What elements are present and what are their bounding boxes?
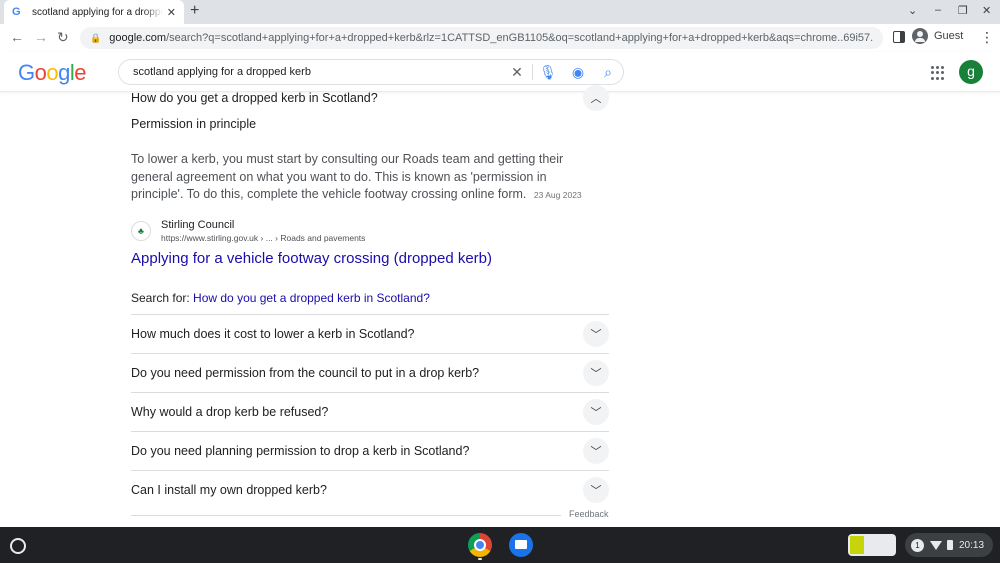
answer-snippet: To lower a kerb, you must start by consu…: [131, 151, 601, 205]
notification-count-badge: 1: [911, 538, 924, 552]
guest-avatar-icon: [912, 28, 928, 44]
new-tab-button[interactable]: +: [190, 2, 199, 20]
chevron-down-icon[interactable]: ﹀: [583, 399, 609, 425]
answer-heading: Permission in principle: [131, 117, 257, 131]
divider: [131, 515, 561, 516]
chevron-down-icon[interactable]: ﹀: [583, 438, 609, 464]
clear-icon[interactable]: ✕: [502, 64, 532, 81]
related-question-item[interactable]: How much does it cost to lower a kerb in…: [131, 314, 609, 353]
back-icon[interactable]: ←: [10, 29, 24, 45]
wifi-icon: [930, 540, 942, 550]
related-question-item[interactable]: Why would a drop kerb be refused? ﹀: [131, 392, 609, 431]
search-for-link[interactable]: How do you get a dropped kerb in Scotlan…: [193, 291, 430, 305]
related-question-text: Can I install my own dropped kerb?: [131, 483, 327, 497]
profile-label: Guest: [934, 30, 964, 42]
side-panel-icon[interactable]: [893, 31, 905, 43]
result-source[interactable]: ♣ Stirling Council https://www.stirling.…: [131, 219, 365, 243]
os-shelf: 1 20:13: [0, 527, 1000, 563]
forward-icon[interactable]: →: [34, 29, 48, 45]
reload-icon[interactable]: ↻: [57, 29, 69, 46]
chevron-down-icon[interactable]: ﹀: [583, 321, 609, 347]
stirling-council-favicon-icon: ♣: [131, 221, 151, 241]
people-also-ask-list: How much does it cost to lower a kerb in…: [131, 314, 609, 509]
logo-letter: e: [74, 60, 87, 85]
featured-question: How do you get a dropped kerb in Scotlan…: [131, 91, 378, 105]
tab-search-chevron-icon[interactable]: ⌄: [908, 4, 917, 17]
lock-icon[interactable]: 🔒: [90, 33, 101, 44]
tab-strip: G scotland applying for a dropped kerb -…: [0, 0, 1000, 24]
tab-close-icon[interactable]: ✕: [167, 6, 176, 19]
google-favicon-icon: G: [12, 6, 21, 18]
related-question-text: How much does it cost to lower a kerb in…: [131, 327, 415, 341]
browser-menu-icon[interactable]: ⋮: [980, 29, 994, 46]
search-input[interactable]: scotland applying for a dropped kerb: [133, 66, 502, 78]
related-question-text: Do you need permission from the council …: [131, 366, 480, 380]
logo-letter: o: [34, 60, 47, 85]
answer-text: To lower a kerb, you must start by consu…: [131, 152, 564, 201]
account-avatar[interactable]: g: [959, 60, 983, 84]
source-url: https://www.stirling.gov.uk › ... › Road…: [161, 233, 366, 243]
related-question-item[interactable]: Can I install my own dropped kerb? ﹀: [131, 470, 609, 509]
featured-question-header[interactable]: How do you get a dropped kerb in Scotlan…: [131, 85, 609, 111]
launcher-icon[interactable]: [10, 538, 26, 554]
result-title-link[interactable]: Applying for a vehicle footway crossing …: [131, 250, 492, 267]
address-bar[interactable]: 🔒 google.com/search?q=scotland+applying+…: [80, 27, 883, 49]
browser-tab[interactable]: G scotland applying for a dropped kerb -…: [4, 0, 184, 24]
status-tray[interactable]: 1 20:13: [905, 533, 993, 557]
search-for-row: Search for: How do you get a dropped ker…: [131, 291, 430, 305]
logo-letter: g: [58, 60, 70, 85]
clock: 20:13: [959, 539, 985, 551]
running-indicator: [478, 558, 482, 560]
chevron-down-icon[interactable]: ﹀: [583, 360, 609, 386]
source-name: Stirling Council: [161, 219, 235, 231]
restore-icon[interactable]: ❐: [958, 4, 968, 17]
google-header: Google scotland applying for a dropped k…: [0, 52, 1000, 92]
minimize-icon[interactable]: –: [935, 4, 941, 16]
profile-button[interactable]: Guest: [912, 28, 963, 44]
chevron-down-icon[interactable]: ﹀: [583, 477, 609, 503]
search-for-label: Search for:: [131, 291, 190, 305]
battery-icon: [947, 540, 953, 550]
browser-toolbar: ← → ↻ 🔒 google.com/search?q=scotland+app…: [0, 24, 1000, 52]
holding-space-thumbnail[interactable]: [848, 534, 896, 556]
google-logo[interactable]: Google: [18, 60, 87, 86]
url-text[interactable]: google.com/search?q=scotland+applying+fo…: [109, 32, 873, 44]
logo-letter: o: [46, 60, 59, 85]
feedback-link[interactable]: Feedback: [569, 509, 609, 519]
related-question-item[interactable]: Do you need permission from the council …: [131, 353, 609, 392]
answer-date: 23 Aug 2023: [533, 190, 582, 200]
logo-letter: G: [18, 60, 35, 85]
close-window-icon[interactable]: ✕: [982, 4, 991, 17]
chrome-app-icon[interactable]: [468, 533, 492, 557]
search-icon[interactable]: ⌕: [593, 64, 623, 81]
microphone-icon[interactable]: 🎙: [533, 64, 563, 81]
tab-title: scotland applying for a dropped kerb - G…: [32, 6, 163, 18]
related-question-text: Why would a drop kerb be refused?: [131, 405, 329, 419]
search-box[interactable]: scotland applying for a dropped kerb ✕ 🎙…: [118, 59, 624, 85]
related-question-item[interactable]: Do you need planning permission to drop …: [131, 431, 609, 470]
related-question-text: Do you need planning permission to drop …: [131, 444, 470, 458]
files-app-icon[interactable]: [509, 533, 533, 557]
google-apps-icon[interactable]: [931, 66, 945, 80]
lens-camera-icon[interactable]: ◉: [563, 64, 593, 81]
chevron-up-icon[interactable]: ︿: [583, 85, 609, 111]
